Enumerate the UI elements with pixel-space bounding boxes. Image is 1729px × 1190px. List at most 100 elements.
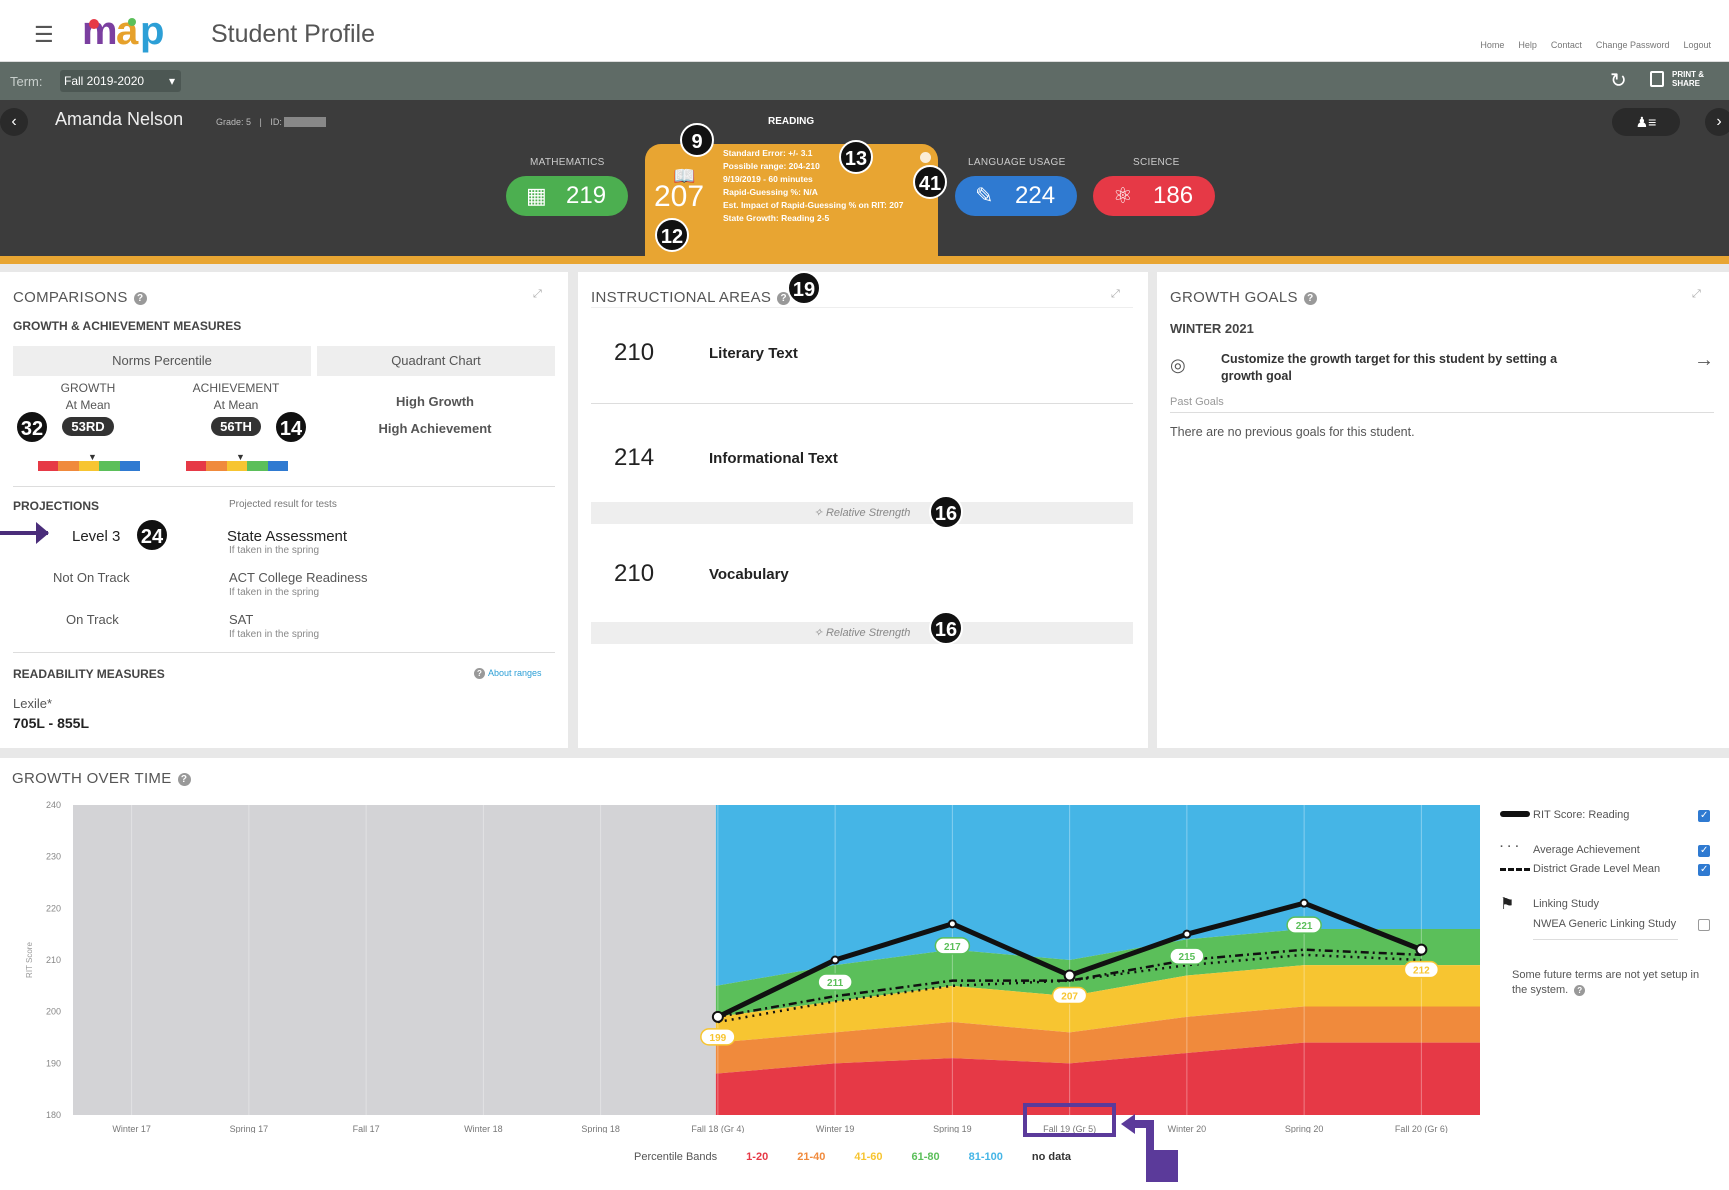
growth-achievement-subtitle: GROWTH & ACHIEVEMENT MEASURES [13,319,242,333]
term-label: Term: [10,74,43,89]
x-tick-label: Fall 20 (Gr 6) [1395,1124,1448,1133]
toggle-avg-checkbox[interactable] [1698,845,1710,857]
student-name: Amanda Nelson [55,109,184,129]
annotation-badge: 14 [274,410,308,444]
student-meta: Grade: 5 | ID: XXXXXX [216,117,327,127]
toggle-district-checkbox[interactable] [1698,864,1710,876]
science-score-pill[interactable]: ⚛ 186 [1093,176,1215,216]
expand-icon[interactable]: ⤢ [1692,288,1701,301]
math-label: MATHEMATICS [530,157,605,168]
reading-detail-line: Standard Error: +/- 3.1 [723,148,813,158]
projection-note: If taken in the spring [229,587,320,598]
x-tick-label: Winter 20 [1168,1124,1207,1133]
expand-icon[interactable]: ⤢ [533,288,542,301]
comparisons-panel: COMPARISONS? ⤢ GROWTH & ACHIEVEMENT MEAS… [0,272,568,748]
about-ranges-link[interactable]: ? About ranges [474,668,542,680]
band-61-80: 61-80 [911,1151,940,1163]
projection-result: Level 3 [72,528,121,545]
diamond-icon: ✧ [813,627,826,639]
nav-help[interactable]: Help [1518,40,1537,50]
annotation-badge: 9 [680,123,714,157]
refresh-icon[interactable]: ↻ [1610,68,1627,93]
math-score-pill[interactable]: ▦ 219 [506,176,628,216]
arrow-right-icon[interactable]: → [1694,349,1714,372]
rit-point [711,1010,724,1023]
toggle-rit-checkbox[interactable] [1698,810,1710,822]
rit-data-label: 211 [827,978,844,989]
avg-line-swatch: ··· [1500,841,1523,853]
growth-goals-panel: GROWTH GOALS? ⤢ WINTER 2021 ◎ Customize … [1157,272,1729,748]
rit-data-label: 212 [1413,966,1430,977]
x-tick-label: Spring 17 [230,1124,269,1133]
student-id-redacted: XXXXXX [284,117,327,127]
rit-data-label: 199 [710,1033,727,1044]
reading-card[interactable]: 📖 207 Standard Error: +/- 3.1 Possible r… [645,144,938,256]
growth-over-time-panel: GROWTH OVER TIME? 180 190 200 210 220 230 240 R… [0,758,1729,1190]
print-share-button[interactable]: PRINT & SHARE [1650,70,1710,94]
readability-title: READABILITY MEASURES [13,667,165,681]
student-list-button[interactable]: ♟≡ [1612,108,1680,136]
nav-logout[interactable]: Logout [1683,40,1711,50]
divider [13,652,555,653]
hamburger-menu-icon[interactable]: ☰ [34,22,54,48]
area-score: 210 [614,339,655,366]
legend-rit: RIT Score: Reading [1533,809,1630,821]
growth-percentile: 53RD [62,417,114,436]
achievement-sub: At Mean [213,398,259,412]
nav-contact[interactable]: Contact [1551,40,1582,50]
help-icon[interactable]: ? [177,772,191,786]
student-id-label: ID: [270,117,282,127]
rit-data-label: 207 [1061,992,1078,1003]
chevron-left-icon: ‹ [11,113,17,130]
projection-note: If taken in the spring [229,545,320,556]
prev-student-button[interactable]: ‹ [0,108,28,136]
annotation-badge: 41 [913,165,947,199]
projection-test: SAT [229,612,254,627]
highlight-box [1023,1103,1116,1137]
rit-point [1415,943,1428,956]
legend-linking: Linking Study [1533,898,1600,910]
area-score: 210 [614,560,655,587]
rit-point [1299,898,1309,908]
info-icon[interactable] [920,152,931,163]
reading-score: 207 [654,180,705,213]
expand-icon[interactable]: ⤢ [1111,288,1120,301]
growth-label: GROWTH [60,381,116,395]
set-growth-goal-row[interactable]: ◎ Customize the growth target for this s… [1170,343,1714,393]
help-icon[interactable]: ? [1303,291,1317,305]
legend-nwea: NWEA Generic Linking Study [1533,918,1677,930]
science-score: 186 [1153,182,1194,209]
x-tick-label: Winter 18 [464,1124,503,1133]
rit-line-swatch [1500,811,1530,817]
nav-home[interactable]: Home [1480,40,1504,50]
quadrant-achievement: High Achievement [378,421,492,436]
help-icon[interactable]: ? [1574,984,1586,996]
tab-norms-percentile[interactable]: Norms Percentile [13,346,311,376]
tab-quadrant-chart[interactable]: Quadrant Chart [317,346,555,376]
annotation-badge: 19 [787,271,821,305]
help-icon[interactable]: ? [133,291,147,305]
language-score-pill[interactable]: ✎ 224 [955,176,1077,216]
area-score: 214 [614,444,655,471]
rit-data-label: 221 [1296,921,1313,932]
annotation-badge: 16 [929,495,963,529]
rit-point [947,919,957,929]
quadrant-growth: High Growth [396,394,474,409]
instructional-areas-panel: INSTRUCTIONAL AREAS? ⤢ 210 Literary Text… [578,272,1148,748]
next-student-button[interactable]: › [1705,108,1729,136]
student-bar: ‹ Amanda Nelson Grade: 5 | ID: XXXXXX ♟≡… [0,100,1729,256]
band-1-20: 1-20 [746,1151,769,1163]
instructional-title: INSTRUCTIONAL AREAS? [591,289,791,306]
term-select[interactable]: Fall 2019-2020 ▾ [60,70,181,92]
legend-avg: Average Achievement [1533,844,1640,856]
divider [591,403,1133,404]
svg-text:m: m [82,10,118,53]
map-logo: m a p [80,9,190,56]
y-tick-label: 230 [46,852,61,862]
area-name: Vocabulary [709,566,789,583]
nav-change-password[interactable]: Change Password [1596,40,1670,50]
top-bar: ☰ m a p Student Profile Home Help Contac… [0,0,1729,62]
reading-detail-line: Possible range: 204-210 [723,161,820,171]
toggle-nwea-checkbox[interactable] [1698,919,1710,931]
annotation-arrow-block [1146,1150,1178,1182]
